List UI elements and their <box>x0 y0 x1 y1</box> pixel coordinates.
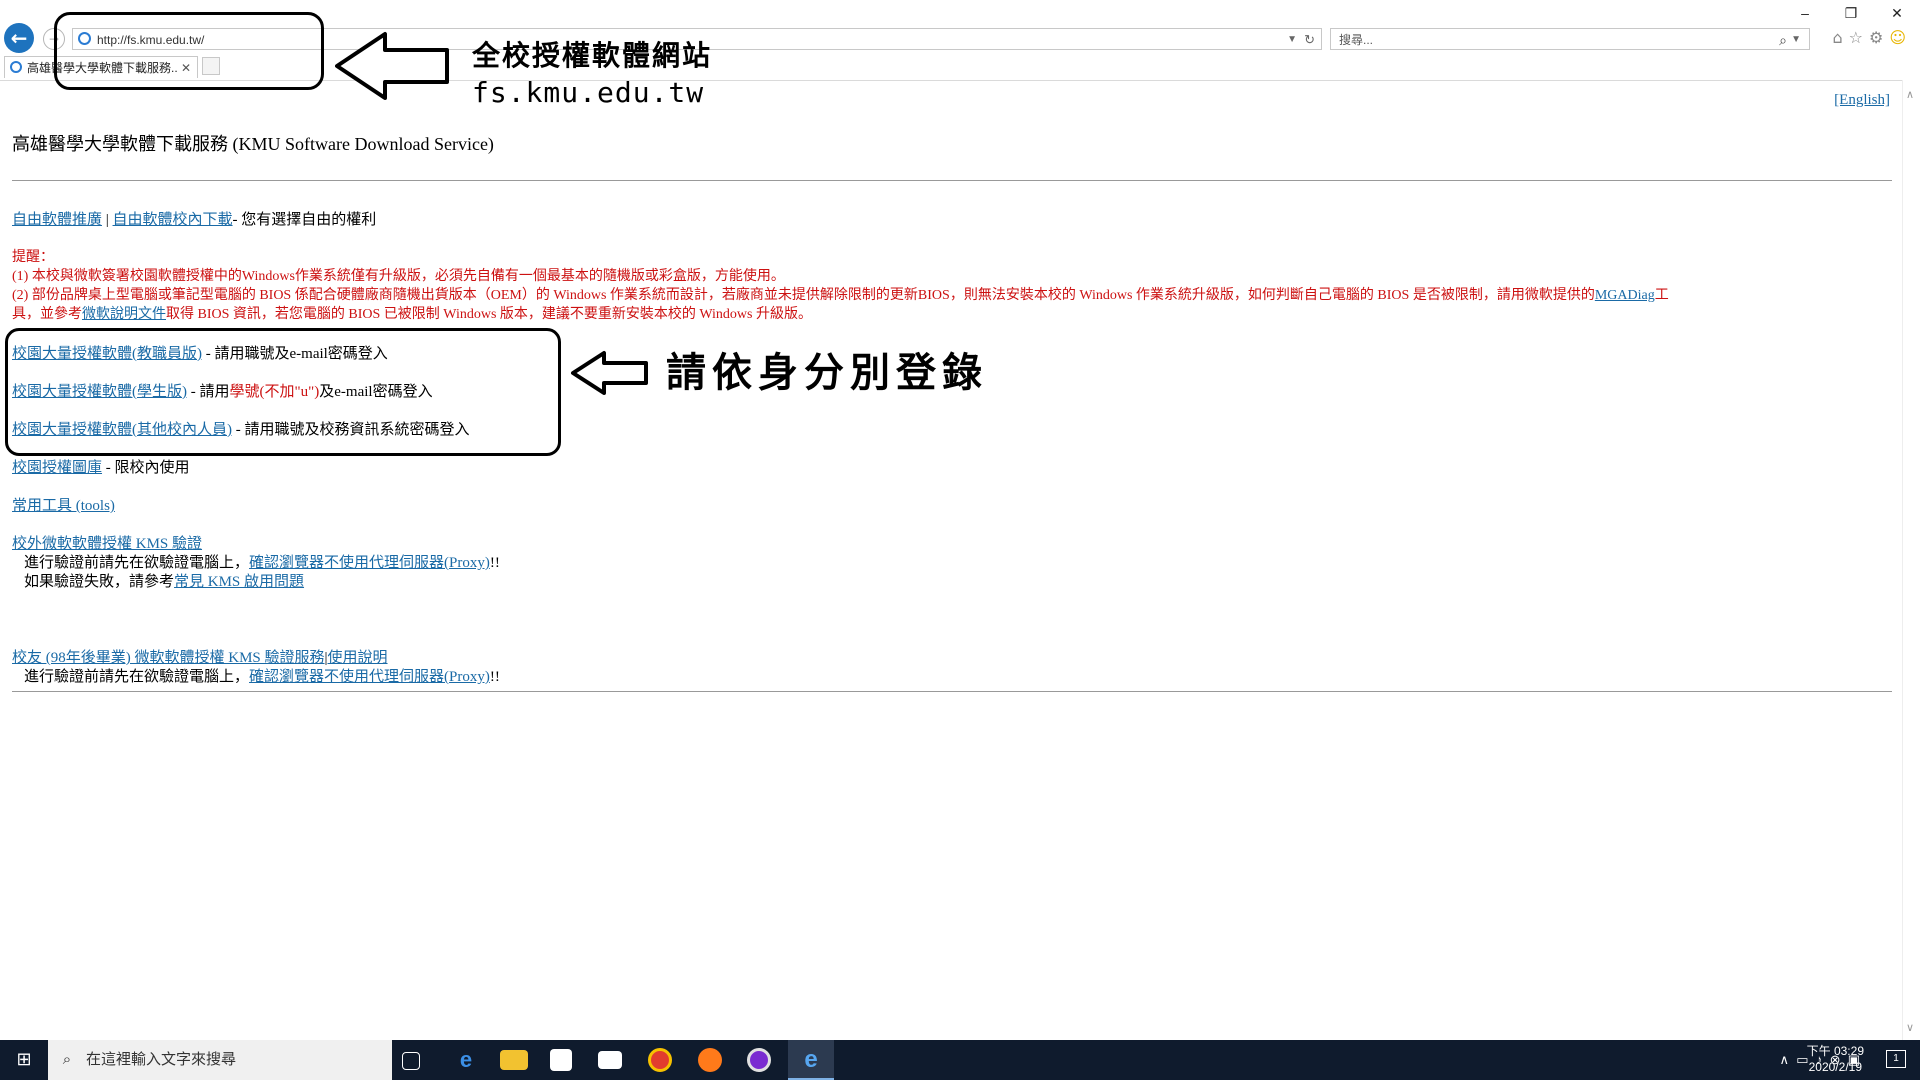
search-icon[interactable]: ⌕ <box>1779 29 1787 51</box>
tools-line: 常用工具 (tools) <box>12 494 115 515</box>
campus-gallery-link[interactable]: 校園授權圖庫 <box>12 460 102 476</box>
kms-note-2-text: 如果驗證失敗，請參考 <box>24 574 175 590</box>
tor-icon[interactable] <box>747 1048 771 1072</box>
store-icon[interactable] <box>550 1049 572 1071</box>
license-student-red-text: 學號(不加"u") <box>229 384 320 400</box>
separator: | <box>105 212 109 228</box>
notice-item-2-line2-text: 具，並參考 <box>12 307 82 322</box>
alumni-note-end: !! <box>489 669 500 685</box>
home-icon[interactable]: ⌂ <box>1832 28 1848 47</box>
license-student-text: - 請用 <box>187 384 230 400</box>
smiley-icon[interactable]: ☺ <box>1889 28 1912 47</box>
ms-doc-link[interactable]: 微軟說明文件 <box>82 307 166 322</box>
gallery-line: 校園授權圖庫 - 限校內使用 <box>12 456 190 477</box>
license-faculty-text: - 請用職號及e-mail密碼登入 <box>202 346 388 362</box>
license-faculty-line: 校園大量授權軟體(教職員版) - 請用職號及e-mail密碼登入 <box>12 342 388 363</box>
window-controls: – ❐ ✕ <box>1782 0 1920 26</box>
kms-faq-link[interactable]: 常見 KMS 啟用問題 <box>174 574 304 590</box>
annotation-arrow-icon <box>571 351 648 395</box>
minimize-icon[interactable]: – <box>1782 0 1828 26</box>
license-student-link[interactable]: 校園大量授權軟體(學生版) <box>12 384 187 400</box>
free-software-download-link[interactable]: 自由軟體校內下載 <box>113 212 233 228</box>
file-explorer-icon[interactable] <box>500 1050 528 1070</box>
windows-start-icon[interactable]: ⊞ <box>0 1040 48 1080</box>
license-other-line: 校園大量授權軟體(其他校內人員) - 請用職號及校務資訊系統密碼登入 <box>12 418 470 439</box>
kms-link[interactable]: 校外微軟軟體授權 KMS 驗證 <box>12 536 202 552</box>
search-icon: ⌕ <box>62 1051 72 1068</box>
taskbar-search-placeholder: 在這裡輸入文字來搜尋 <box>86 1051 237 1068</box>
chrome-icon[interactable] <box>648 1048 672 1072</box>
free-software-text: - 您有選擇自由的權利 <box>232 212 377 228</box>
task-view-icon[interactable] <box>402 1052 420 1070</box>
restore-icon[interactable]: ❐ <box>1828 0 1874 26</box>
gear-icon[interactable]: ⚙ <box>1869 28 1889 47</box>
scroll-down-icon[interactable]: ∨ <box>1906 1021 1914 1034</box>
license-other-link[interactable]: 校園大量授權軟體(其他校內人員) <box>12 422 232 438</box>
refresh-icon[interactable]: ↻ <box>1304 29 1315 51</box>
ie-taskbar-button[interactable]: e <box>788 1040 834 1080</box>
notice-heading: 提醒： <box>12 250 54 265</box>
annotation-text-domain: fs.kmu.edu.tw <box>472 76 705 109</box>
clock-date: 2020/2/19 <box>1808 1060 1862 1074</box>
clock-time: 下午 03:29 <box>1806 1044 1864 1058</box>
chevron-down-icon[interactable]: ▼ <box>1791 29 1801 51</box>
free-software-line: 自由軟體推廣 | 自由軟體校內下載- 您有選擇自由的權利 <box>12 208 376 229</box>
alumni-manual-link[interactable]: 使用說明 <box>328 650 388 666</box>
notice-item-2-text: (2) 部份品牌桌上型電腦或筆記型電腦的 BIOS 係配合硬體廠商隨機出貨版本（… <box>12 288 1595 303</box>
chevron-up-icon[interactable]: ∧ <box>1780 1052 1790 1067</box>
annotation-arrow-icon <box>335 32 449 100</box>
alumni-proxy-check-link[interactable]: 確認瀏覽器不使用代理伺服器(Proxy) <box>249 669 490 685</box>
firefox-icon[interactable] <box>698 1048 722 1072</box>
close-icon[interactable]: ✕ <box>1874 0 1920 26</box>
alumni-note-text: 進行驗證前請先在欲驗證電腦上， <box>24 669 250 685</box>
clock[interactable]: 下午 03:29 2020/2/19 <box>1807 1043 1864 1075</box>
notice-item-2-line2-tail: 取得 BIOS 資訊，若您電腦的 BIOS 已被限制 Windows 版本，建議… <box>166 307 812 322</box>
toolbar-icons: ⌂☆⚙☺ <box>1832 28 1912 47</box>
annotation-text-site: 全校授權軟體網站 <box>472 39 713 72</box>
tools-link[interactable]: 常用工具 (tools) <box>12 498 115 514</box>
star-icon[interactable]: ☆ <box>1849 28 1869 47</box>
taskbar-search-input[interactable]: ⌕ 在這裡輸入文字來搜尋 <box>48 1040 392 1080</box>
ie-tab-icon <box>10 61 22 73</box>
scroll-up-icon[interactable]: ∧ <box>1906 88 1914 101</box>
back-arrow-icon[interactable]: ← <box>4 23 34 53</box>
kms-note-1: 進行驗證前請先在欲驗證電腦上，確認瀏覽器不使用代理伺服器(Proxy)!! <box>24 551 500 572</box>
gallery-text: - 限校內使用 <box>102 460 190 476</box>
page-scrollbar[interactable]: ∧ ∨ <box>1902 80 1920 1040</box>
notice-item-1: (1) 本校與微軟簽署校園軟體授權中的Windows作業系統僅有升級版，必須先自… <box>12 269 785 284</box>
license-student-line: 校園大量授權軟體(學生版) - 請用學號(不加"u")及e-mail密碼登入 <box>12 380 433 401</box>
divider <box>12 180 1892 181</box>
annotation-box-url <box>54 12 324 90</box>
kms-note-1-end: !! <box>489 555 500 571</box>
page-title: 高雄醫學大學軟體下載服務 (KMU Software Download Serv… <box>12 134 494 154</box>
alumni-note: 進行驗證前請先在欲驗證電腦上，確認瀏覽器不使用代理伺服器(Proxy)!! <box>24 665 500 686</box>
proxy-check-link[interactable]: 確認瀏覽器不使用代理伺服器(Proxy) <box>249 555 490 571</box>
kms-note-2: 如果驗證失敗，請參考常見 KMS 啟用問題 <box>24 570 304 591</box>
mail-icon[interactable] <box>598 1051 622 1069</box>
browser-search-input[interactable]: 搜尋... ⌕ ▼ <box>1330 28 1810 50</box>
divider <box>12 691 1892 692</box>
license-other-text: - 請用職號及校務資訊系統密碼登入 <box>232 422 470 438</box>
english-link[interactable]: [English] <box>1834 92 1890 109</box>
alumni-kms-link[interactable]: 校友 (98年後畢業) 微軟軟體授權 KMS 驗證服務 <box>12 650 325 666</box>
mgadiag-link[interactable]: MGADiag <box>1595 288 1655 303</box>
annotation-text-login: 請依身分別登錄 <box>666 349 988 396</box>
notice-item-2-tail: 工 <box>1654 288 1669 303</box>
notice-item-2: (2) 部份品牌桌上型電腦或筆記型電腦的 BIOS 係配合硬體廠商隨機出貨版本（… <box>12 284 1669 304</box>
notice-item-2-line2: 具，並參考微軟說明文件取得 BIOS 資訊，若您電腦的 BIOS 已被限制 Wi… <box>12 303 812 323</box>
kms-note-1-text: 進行驗證前請先在欲驗證電腦上， <box>24 555 250 571</box>
chevron-down-icon[interactable]: ▼ <box>1287 29 1297 51</box>
kms-line: 校外微軟軟體授權 KMS 驗證 <box>12 532 202 553</box>
ie-icon: e <box>804 1046 818 1073</box>
search-placeholder: 搜尋... <box>1339 33 1374 47</box>
taskbar: ⊞ ⌕ 在這裡輸入文字來搜尋 e e ∧ ▭ ♪ ⊗ ▣ 下午 03:29 2020… <box>0 1040 1920 1080</box>
license-student-text-end: 及e-mail密碼登入 <box>319 384 433 400</box>
alumni-line: 校友 (98年後畢業) 微軟軟體授權 KMS 驗證服務|使用說明 <box>12 646 388 667</box>
free-software-promo-link[interactable]: 自由軟體推廣 <box>12 212 102 228</box>
license-faculty-link[interactable]: 校園大量授權軟體(教職員版) <box>12 346 202 362</box>
notification-icon[interactable]: 1 <box>1886 1050 1906 1068</box>
edge-icon[interactable]: e <box>452 1046 480 1074</box>
